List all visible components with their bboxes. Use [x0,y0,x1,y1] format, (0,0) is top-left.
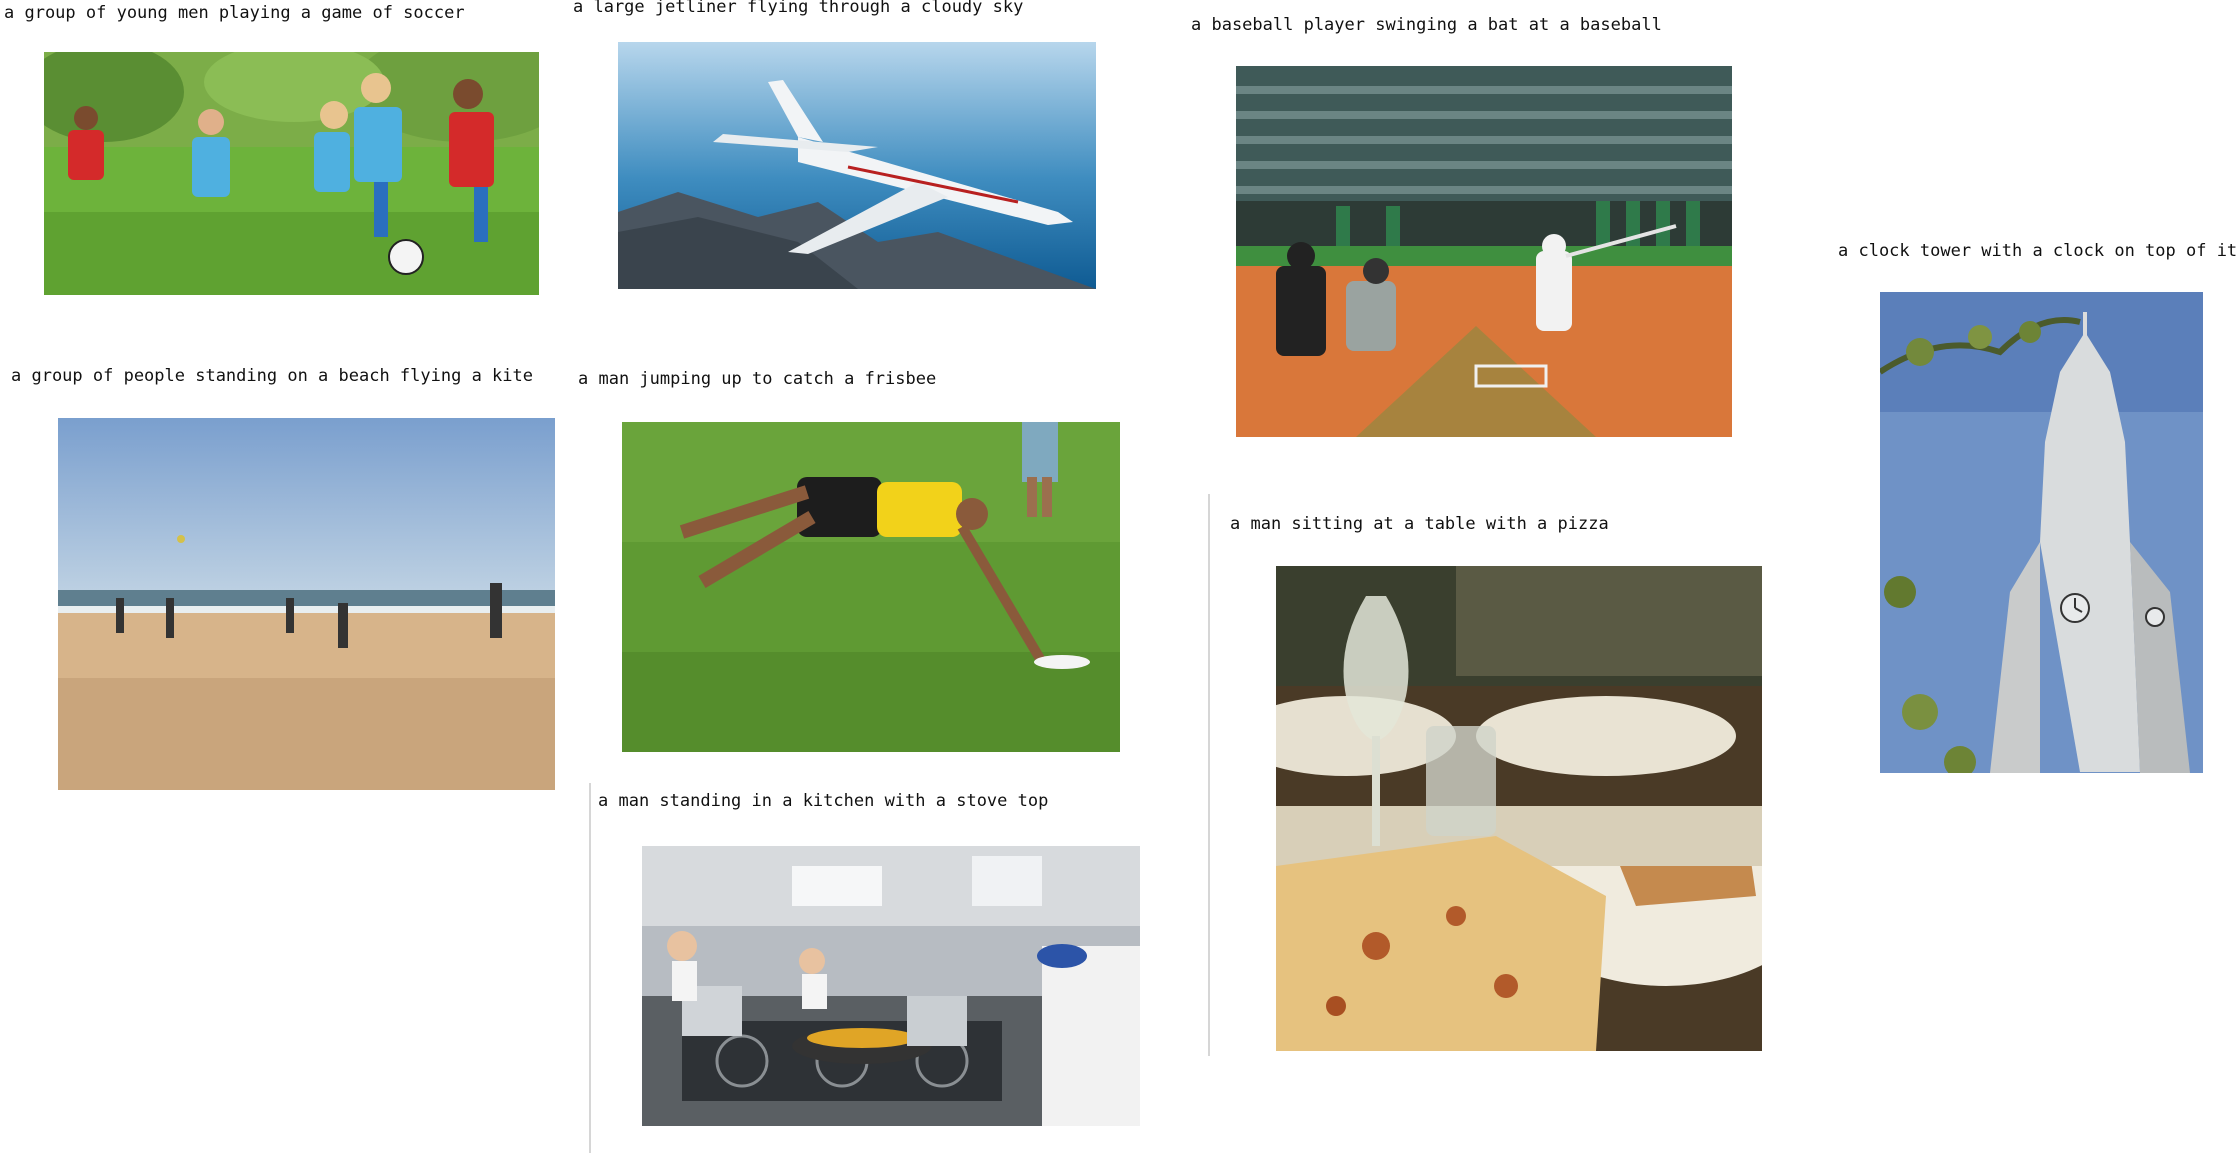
pizza-photo [1276,566,1762,1051]
kitchen-photo [642,846,1140,1126]
caption-baseball: a baseball player swinging a bat at a ba… [1191,15,1662,35]
caption-kite: a group of people standing on a beach fl… [11,366,533,386]
beach-kite-photo [58,418,555,790]
caption-pizza: a man sitting at a table with a pizza [1230,514,1609,534]
jet-photo [618,42,1096,289]
divider-line [589,783,591,1153]
caption-clock: a clock tower with a clock on top of it [1838,241,2238,261]
caption-kitchen: a man standing in a kitchen with a stove… [598,791,1049,811]
soccer-photo [44,52,539,295]
clock-tower-photo [1880,292,2203,773]
caption-frisbee: a man jumping up to catch a frisbee [578,369,937,389]
caption-jet: a large jetliner flying through a cloudy… [573,0,1024,17]
caption-soccer: a group of young men playing a game of s… [4,3,465,23]
frisbee-photo [622,422,1120,752]
divider-line [1208,494,1210,1056]
baseball-photo [1236,66,1732,437]
